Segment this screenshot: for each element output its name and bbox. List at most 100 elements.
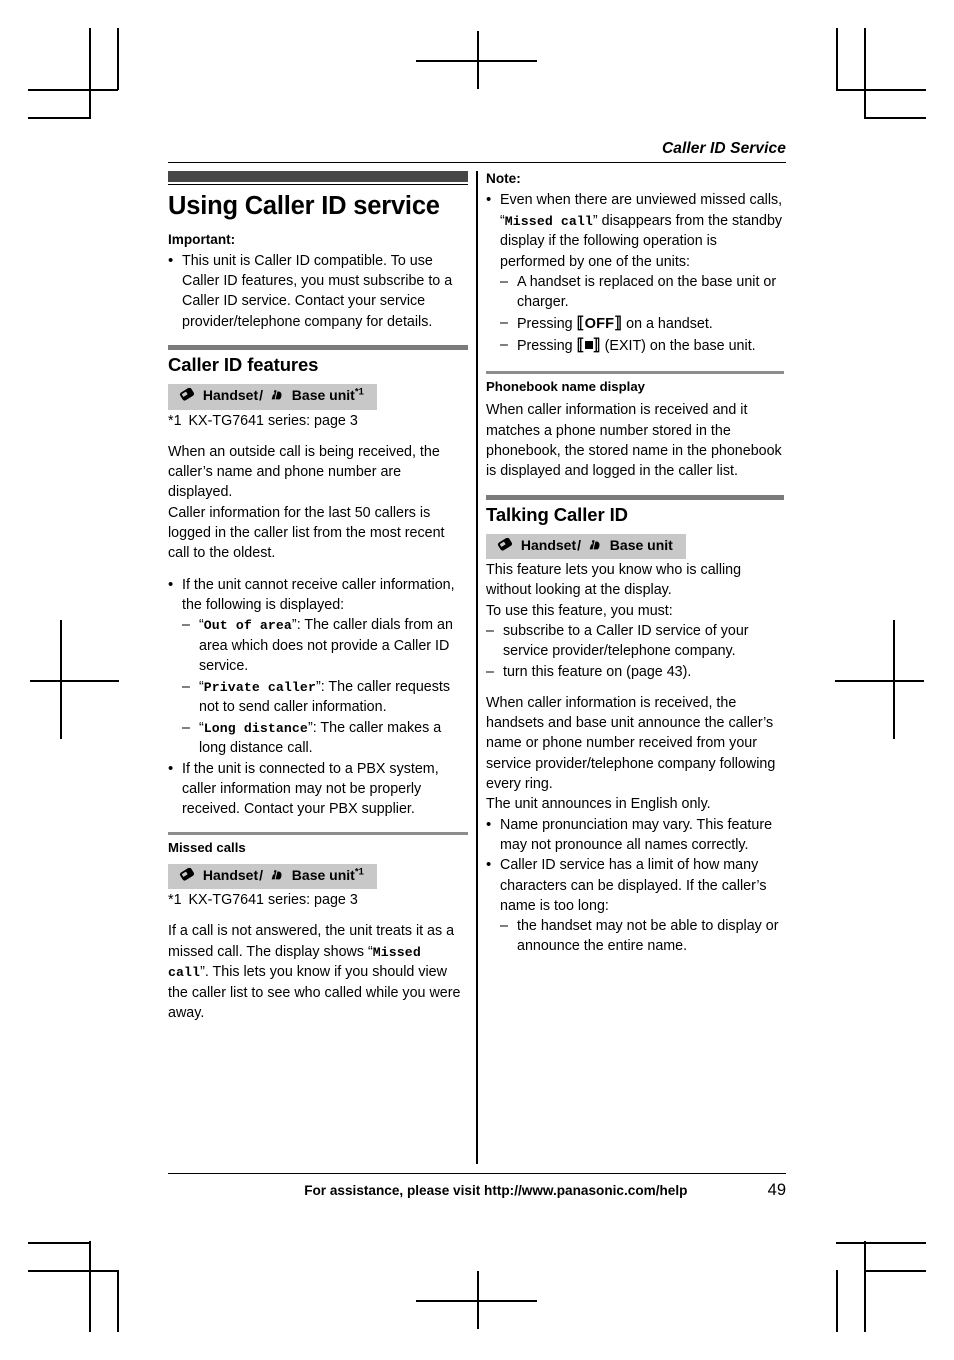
subsection-title-phonebook-name-display: Phonebook name display — [486, 378, 646, 394]
left-column: Using Caller ID service Important: This … — [168, 171, 468, 1167]
base-unit-icon — [268, 868, 285, 886]
manual-page: Caller ID Service Using Caller ID servic… — [168, 140, 786, 1215]
caller-id-features-bullet-list: If the unit cannot receive caller inform… — [168, 574, 468, 820]
note-sub-pre: Pressing — [517, 315, 577, 332]
note-sublist: A handset is replaced on the base unit o… — [500, 272, 784, 358]
cropmark-left-middle-horizontal — [30, 680, 119, 682]
paragraph-talking-feature-intro: This feature lets you know who is callin… — [486, 562, 742, 599]
subsection-bar-missed-calls — [168, 832, 468, 836]
note-sub-pre: Pressing — [517, 338, 577, 355]
display-text-out-of-area: Out of area — [203, 618, 292, 634]
cropmark-bottom-right-vertical-outer — [836, 1270, 838, 1332]
note-bullet-list: Even when there are unviewed missed call… — [486, 189, 784, 358]
unit-badge-missed-calls: Handset/ Base unit*1 — [168, 863, 377, 890]
cropmark-right-middle-horizontal — [835, 680, 924, 682]
footnote-text: KX-TG7641 series: page 3 — [188, 412, 358, 429]
chapter-bar — [168, 171, 468, 182]
unit-badge-handset-label: Handset — [202, 387, 259, 404]
unit-badge-handset-label: Handset — [202, 866, 259, 883]
note-bullet-pre: Even when there are unviewed missed call… — [500, 192, 783, 209]
footnote-missed-calls: *1 KX-TG7641 series: page 3 — [168, 891, 468, 910]
paragraph-talking-english-only: The unit announces in English only. — [486, 796, 711, 813]
column-gutter — [468, 171, 486, 1167]
unit-badge-base-label: Base unit — [291, 387, 355, 404]
section-bar-caller-id-features — [168, 345, 468, 351]
list-item: Name pronunciation may vary. This featur… — [486, 814, 784, 856]
list-item: Even when there are unviewed missed call… — [486, 189, 784, 358]
unit-badge-footnote-mark: *1 — [354, 866, 364, 878]
page-footer: For assistance, please visit http://www.… — [168, 1174, 786, 1200]
list-item: “Private caller”: The caller requests no… — [182, 677, 468, 718]
bullet-intro-text: Caller ID service has a limit of how man… — [500, 857, 767, 914]
unit-badge-talking-caller-id: Handset/ Base unit — [486, 533, 686, 560]
cropmark-bottom-right-vertical-inner — [864, 1241, 866, 1332]
paragraph-talking-requirements-intro: To use this feature, you must: — [486, 602, 673, 619]
talking-caller-id-bullet-list: Name pronunciation may vary. This featur… — [486, 814, 784, 957]
character-limit-sublist: the handset may not be able to display o… — [500, 916, 784, 957]
cropmark-bottom-left-horizontal-inner — [28, 1242, 90, 1244]
square-icon — [584, 341, 593, 350]
display-text-private-caller: Private caller — [203, 679, 316, 695]
unit-badge-caller-id-features: Handset/ Base unit*1 — [168, 384, 377, 410]
cropmark-bottom-right-horizontal-outer — [836, 1242, 926, 1244]
list-item: turn this feature on (page 43). — [486, 662, 784, 683]
list-item: “Out of area”: The caller dials from an … — [182, 615, 468, 676]
note-sub-post: (EXIT) on the base unit. — [600, 338, 756, 355]
handset-icon — [179, 867, 196, 886]
cropmark-bottom-left-horizontal-outer — [28, 1270, 118, 1272]
note-label: Note: — [486, 171, 521, 186]
cropmark-top-left-vertical-inner — [89, 28, 91, 119]
list-item: If the unit cannot receive caller inform… — [168, 574, 468, 759]
cropmark-top-center-horizontal — [416, 60, 537, 62]
subsection-bar-phonebook-name-display — [486, 370, 784, 374]
unit-badge-separator: / — [577, 536, 582, 553]
assistance-text: For assistance, please visit http://www.… — [304, 1183, 688, 1198]
unit-badge-base-label: Base unit — [291, 866, 355, 883]
cropmark-top-right-horizontal-inner — [864, 117, 926, 119]
display-messages-sublist: “Out of area”: The caller dials from an … — [182, 615, 468, 758]
section-title-caller-id-features: Caller ID features — [168, 354, 319, 376]
display-text-missed-call: Missed call — [504, 213, 593, 229]
section-bar-talking-caller-id — [486, 494, 784, 500]
base-unit-icon — [586, 538, 603, 556]
keycap-exit: ⟦ ⟧ — [576, 337, 601, 355]
cropmark-bottom-left-vertical-inner — [89, 1241, 91, 1332]
cropmark-top-right-vertical-outer — [836, 28, 838, 90]
running-header-rule — [168, 162, 786, 163]
bullet-intro-text: If the unit cannot receive caller inform… — [182, 576, 455, 613]
list-item: Pressing ⟦OFF⟧ on a handset. — [500, 313, 784, 336]
list-item: This unit is Caller ID compatible. To us… — [168, 250, 468, 332]
page-number: 49 — [767, 1181, 786, 1199]
cropmark-top-left-vertical-outer — [117, 28, 119, 90]
list-item: the handset may not be able to display o… — [500, 916, 784, 957]
subsection-title-missed-calls: Missed calls — [168, 840, 246, 856]
footnote-caller-id-features: *1 KX-TG7641 series: page 3 — [168, 412, 468, 431]
paragraph-talking-announce: When caller information is received, the… — [486, 694, 776, 793]
section-title-talking-caller-id: Talking Caller ID — [486, 503, 628, 525]
footnote-text: KX-TG7641 series: page 3 — [188, 892, 358, 909]
unit-badge-separator: / — [259, 866, 264, 883]
cropmark-top-left-horizontal-inner — [28, 117, 90, 119]
unit-badge-base-label: Base unit — [609, 536, 673, 553]
note-sub-post: on a handset. — [622, 315, 713, 332]
talking-requirements-list: subscribe to a Caller ID service of your… — [486, 621, 784, 682]
paragraph-missed-calls: If a call is not answered, the unit trea… — [168, 923, 461, 1022]
cropmark-top-right-horizontal-outer — [836, 89, 926, 91]
right-column: Note: Even when there are unviewed misse… — [486, 171, 784, 1167]
unit-badge-separator: / — [259, 387, 264, 404]
handset-icon — [179, 388, 196, 406]
unit-badge-handset-label: Handset — [520, 536, 577, 553]
list-item: If the unit is connected to a PBX system… — [168, 758, 468, 820]
cropmark-bottom-left-vertical-outer — [117, 1270, 119, 1332]
cropmark-top-right-vertical-inner — [864, 28, 866, 119]
keycap-off-label: OFF — [584, 315, 615, 332]
list-item: Caller ID service has a limit of how man… — [486, 854, 784, 957]
column-divider — [476, 171, 478, 1164]
two-column-body: Using Caller ID service Important: This … — [168, 171, 786, 1167]
keycap-off: ⟦OFF⟧ — [576, 314, 623, 332]
list-item: A handset is replaced on the base unit o… — [500, 272, 784, 313]
